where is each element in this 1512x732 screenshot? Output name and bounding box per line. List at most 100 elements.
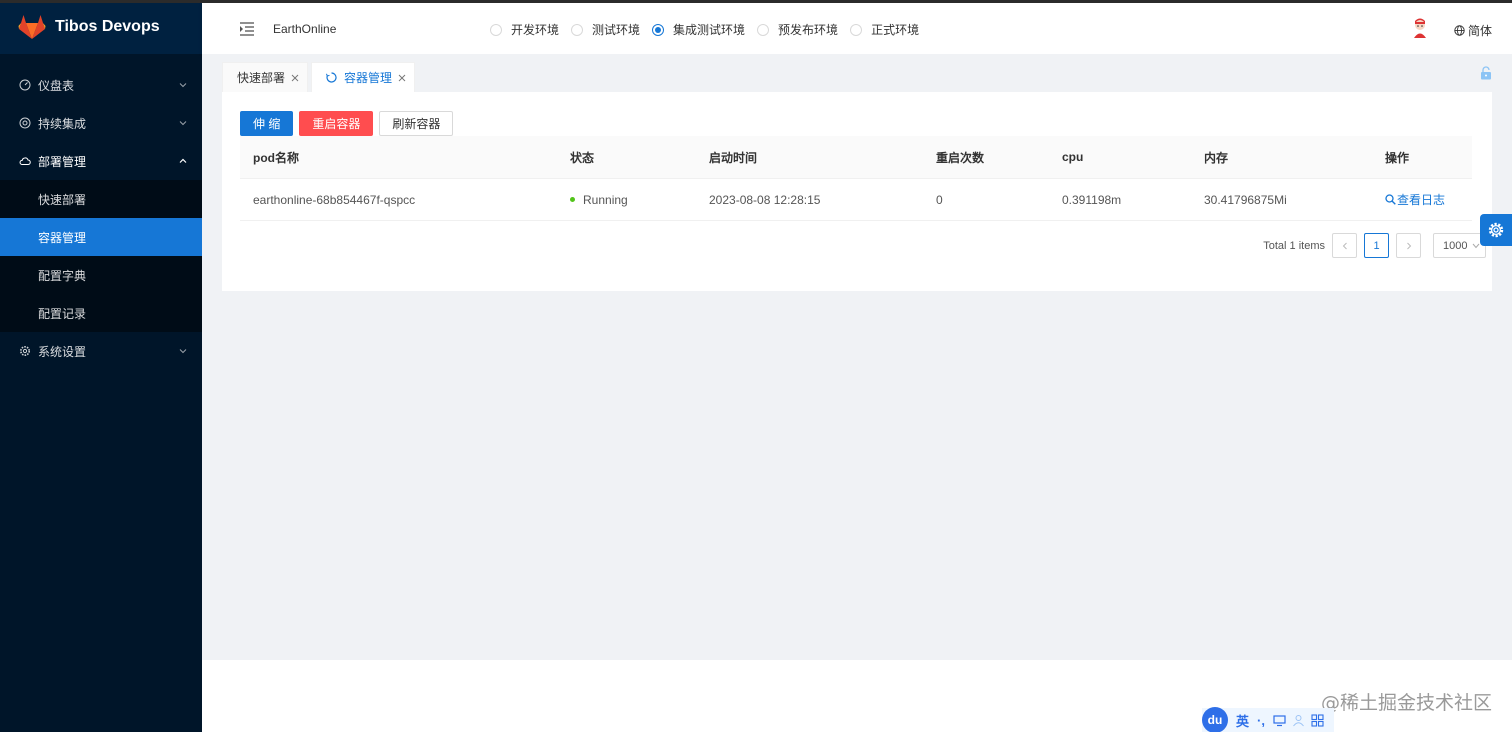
- pagination-prev-button[interactable]: [1332, 233, 1357, 258]
- scale-button[interactable]: 伸 缩: [240, 111, 294, 136]
- container-list-card: 伸 缩 重启容器 刷新容器 pod名称 状态 启动时间 重启次数 cpu 内存 …: [222, 92, 1492, 291]
- sidebar-item-config-records[interactable]: 配置记录: [0, 294, 202, 332]
- ime-grid-icon[interactable]: [1311, 713, 1324, 727]
- language-label: 简体: [1467, 24, 1492, 38]
- sidebar-item-system-settings[interactable]: 系统设置: [0, 332, 202, 370]
- radio-circle-checked: [652, 23, 665, 36]
- pagination-next-button[interactable]: [1396, 233, 1421, 258]
- app-title: Tibos Devops: [55, 18, 160, 35]
- env-label: 正式环境: [871, 23, 920, 37]
- ime-logo[interactable]: du: [1202, 707, 1228, 732]
- page-size-value: 1000: [1443, 239, 1468, 252]
- sidebar-item-config-dictionary[interactable]: 配置字典: [0, 256, 202, 294]
- language-switcher[interactable]: 简体: [1454, 22, 1492, 39]
- settings-icon: [19, 345, 31, 357]
- sidebar: Tibos Devops 仪盘表 持续集成 部署管理 快速部署 容器管理 配置字…: [0, 0, 202, 732]
- close-icon[interactable]: [291, 74, 299, 82]
- env-label: 测试环境: [592, 23, 641, 37]
- container-table: pod名称 状态 启动时间 重启次数 cpu 内存 操作 earthonline…: [240, 136, 1472, 221]
- column-header-status: 状态: [570, 150, 595, 165]
- settings-float-button[interactable]: [1480, 214, 1512, 246]
- radio-circle: [571, 23, 584, 36]
- lock-icon[interactable]: [1480, 66, 1492, 80]
- column-header-restarts: 重启次数: [936, 150, 985, 165]
- chevron-down-icon: [1472, 243, 1480, 249]
- ime-toolbar: du 英 ·,: [1202, 707, 1334, 732]
- column-header-pod-name: pod名称: [253, 150, 299, 165]
- menu-fold-icon[interactable]: [239, 21, 255, 36]
- restart-count: 0: [936, 192, 943, 207]
- env-label: 集成测试环境: [673, 23, 746, 37]
- page-size-select[interactable]: 1000: [1433, 233, 1486, 258]
- pagination: Total 1 items 1 1000: [1263, 233, 1486, 258]
- watermark: @稀土掘金技术社区: [1320, 692, 1492, 714]
- chevron-down-icon: [179, 81, 187, 89]
- ime-user-icon[interactable]: [1292, 714, 1305, 727]
- tab-label: 容器管理: [344, 71, 393, 85]
- column-header-actions: 操作: [1385, 150, 1410, 165]
- app-logo[interactable]: Tibos Devops: [0, 0, 202, 54]
- sidebar-item-ci[interactable]: 持续集成: [0, 104, 202, 142]
- user-avatar[interactable]: [1411, 17, 1429, 39]
- env-radio-integration-test[interactable]: 集成测试环境: [652, 21, 745, 38]
- sidebar-submenu-deploy: 快速部署 容器管理 配置字典 配置记录: [0, 180, 202, 332]
- status-cell: Running: [570, 179, 628, 220]
- status-dot-icon: [570, 197, 575, 202]
- refresh-container-button[interactable]: 刷新容器: [379, 111, 454, 136]
- env-label: 预发布环境: [778, 23, 839, 37]
- radio-circle: [490, 23, 502, 36]
- project-name: EarthOnline: [273, 21, 337, 36]
- ime-punctuation-toggle[interactable]: ·,: [1257, 713, 1265, 728]
- sidebar-item-quick-deploy[interactable]: 快速部署: [0, 180, 202, 218]
- view-logs-link[interactable]: 查看日志: [1385, 191, 1445, 208]
- radio-circle: [850, 23, 863, 36]
- sidebar-item-label: 系统设置: [38, 344, 87, 359]
- main-content: 快速部署 容器管理 伸 缩 重启容器 刷新容器 pod名称 状态 启动时间 重启…: [202, 54, 1512, 660]
- sidebar-item-container-management[interactable]: 容器管理: [0, 218, 202, 256]
- sidebar-item-label: 仪盘表: [38, 78, 75, 93]
- window-top-border: [0, 0, 1512, 3]
- env-radio-pre-release[interactable]: 预发布环境: [757, 21, 838, 38]
- toolbar: 伸 缩 重启容器 刷新容器: [240, 111, 459, 136]
- ime-mode-toggle[interactable]: 英: [1236, 711, 1249, 730]
- tab-quick-deploy[interactable]: 快速部署: [222, 62, 309, 92]
- env-radio-dev[interactable]: 开发环境: [490, 21, 559, 38]
- env-label: 开发环境: [511, 23, 560, 37]
- chevron-down-icon: [179, 119, 187, 127]
- globe-icon: [1454, 25, 1465, 36]
- close-icon[interactable]: [398, 74, 406, 82]
- env-radio-production[interactable]: 正式环境: [850, 21, 919, 38]
- dashboard-icon: [19, 79, 31, 91]
- ime-keyboard-icon[interactable]: [1273, 714, 1286, 727]
- sidebar-item-deploy[interactable]: 部署管理: [0, 142, 202, 180]
- status-text: Running: [583, 192, 628, 207]
- sidebar-item-dashboard[interactable]: 仪盘表: [0, 66, 202, 104]
- column-header-cpu: cpu: [1062, 150, 1084, 164]
- loading-spinner-icon: [326, 72, 337, 83]
- pagination-page-1[interactable]: 1: [1364, 233, 1389, 258]
- tab-label: 快速部署: [237, 71, 286, 85]
- column-header-memory: 内存: [1204, 150, 1229, 165]
- restart-container-button[interactable]: 重启容器: [299, 111, 374, 136]
- search-icon: [1385, 194, 1396, 205]
- ci-icon: [19, 117, 31, 129]
- chevron-right-icon: [1406, 242, 1411, 249]
- environment-radio-group: 开发环境 测试环境 集成测试环境 预发布环境 正式环境: [490, 21, 931, 38]
- gear-icon: [1488, 222, 1504, 238]
- tab-container-management[interactable]: 容器管理: [311, 62, 416, 92]
- chevron-left-icon: [1342, 242, 1347, 249]
- radio-circle: [757, 23, 770, 36]
- action-cell: 查看日志: [1385, 179, 1445, 220]
- chevron-up-icon: [179, 157, 187, 165]
- pod-name: earthonline-68b854467f-qspcc: [253, 192, 416, 207]
- top-header: EarthOnline 开发环境 测试环境 集成测试环境 预发布环境 正式环境 …: [202, 3, 1512, 54]
- view-logs-label: 查看日志: [1397, 193, 1446, 207]
- cpu-usage: 0.391198m: [1062, 192, 1122, 207]
- pagination-total: Total 1 items: [1263, 239, 1325, 252]
- column-header-start-time: 启动时间: [709, 150, 758, 165]
- table-row: earthonline-68b854467f-qspcc Running 202…: [240, 179, 1472, 221]
- chevron-down-icon: [179, 347, 187, 355]
- env-radio-test[interactable]: 测试环境: [571, 21, 640, 38]
- gitlab-fox-icon: [18, 15, 46, 39]
- memory-usage: 30.41796875Mi: [1204, 192, 1287, 207]
